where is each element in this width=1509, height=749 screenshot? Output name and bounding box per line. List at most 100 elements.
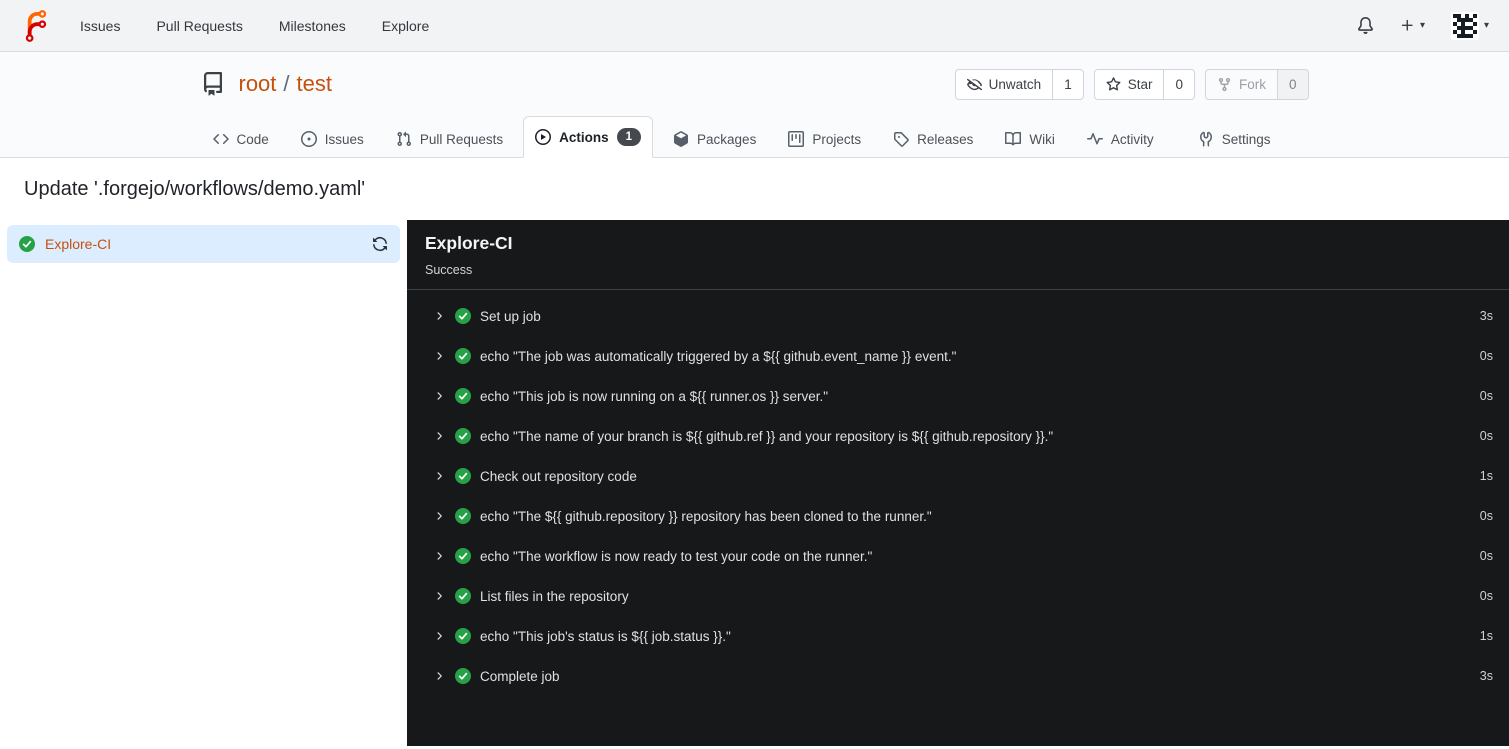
chevron-right-icon [433,550,445,562]
step-duration: 1s [1479,469,1493,483]
check-circle-icon [455,548,471,564]
repo-name-link[interactable]: test [297,71,332,96]
tab-activity[interactable]: Activity [1075,119,1166,158]
step-row[interactable]: echo "The workflow is now ready to test … [407,536,1509,576]
code-icon [212,133,229,145]
step-row[interactable]: List files in the repository 0s [407,576,1509,616]
star-button-group: Star 0 [1093,68,1195,100]
tab-projects[interactable]: Projects [776,119,873,158]
step-duration: 0s [1479,549,1493,563]
unwatch-button[interactable]: Unwatch [956,70,1053,99]
check-circle-icon [455,468,471,484]
nav-item-milestones[interactable]: Milestones [279,18,346,34]
job-status-text: Success [425,263,473,277]
repo-owner-link[interactable]: root [239,71,277,96]
tab-issues[interactable]: Issues [289,119,376,158]
step-duration: 3s [1479,309,1493,323]
step-row[interactable]: echo "The ${{ github.repository }} repos… [407,496,1509,536]
steps-list: Set up job 3s echo "The job was automati… [407,290,1509,696]
step-name: echo "The job was automatically triggere… [480,348,957,364]
book-icon [1005,131,1022,146]
check-circle-icon [455,308,471,324]
check-circle-icon [19,236,35,252]
step-row[interactable]: echo "The name of your branch is ${{ git… [407,416,1509,456]
repo-header: root / test Unwatch 1 Star 0 Fork 0 Code… [0,52,1509,158]
step-duration: 0s [1479,349,1493,363]
tab-packages[interactable]: Packages [661,119,768,158]
star-button[interactable]: Star [1095,70,1164,99]
nav-item-issues[interactable]: Issues [80,18,120,34]
workflow-run-title: Update '.forgejo/workflows/demo.yaml' [24,178,366,200]
chevron-down-icon: ▾ [1483,20,1489,31]
create-new-dropdown[interactable]: ▾ [1400,18,1425,33]
chevron-right-icon [433,630,445,642]
unwatch-button-group: Unwatch 1 [954,68,1084,100]
step-row[interactable]: Check out repository code 1s [407,456,1509,496]
pulse-icon [1086,133,1103,145]
check-circle-icon [455,668,471,684]
step-duration: 0s [1479,389,1493,403]
step-duration: 0s [1479,429,1493,443]
step-row[interactable]: Set up job 3s [407,296,1509,336]
project-icon [788,131,805,147]
star-icon [1106,76,1121,91]
tab-code[interactable]: Code [201,119,281,158]
nav-item-explore[interactable]: Explore [382,18,429,34]
issue-icon [300,131,317,147]
step-duration: 1s [1479,629,1493,643]
chevron-right-icon [433,350,445,362]
step-name: Complete job [480,668,560,684]
step-name: echo "This job is now running on a ${{ r… [480,388,829,404]
step-name: echo "The name of your branch is ${{ git… [480,428,1054,444]
fork-button: Fork [1206,70,1277,99]
check-circle-icon [455,508,471,524]
tab-wiki[interactable]: Wiki [993,119,1067,158]
step-row[interactable]: echo "This job's status is ${{ job.statu… [407,616,1509,656]
nav-links: Issues Pull Requests Milestones Explore [80,18,429,34]
eye-slash-icon [966,78,982,90]
chevron-right-icon [433,590,445,602]
fork-icon [1218,77,1231,91]
job-name: Explore-CI [45,236,112,252]
check-circle-icon [455,628,471,644]
repo-action-buttons: Unwatch 1 Star 0 Fork 0 [954,68,1309,100]
repo-tabs: Code Issues Pull Requests Actions 1 Pack… [191,116,1319,158]
fork-button-group: Fork 0 [1204,68,1309,100]
repo-breadcrumb: root / test [239,71,333,97]
job-log-panel: Explore-CI Success Set up job 3s echo "T… [407,220,1509,746]
star-count[interactable]: 0 [1163,69,1194,99]
tab-pull-requests[interactable]: Pull Requests [384,119,515,158]
top-navbar: Issues Pull Requests Milestones Explore … [0,0,1509,52]
tab-releases[interactable]: Releases [881,119,985,158]
notifications-bell-icon[interactable] [1357,17,1374,34]
jobs-sidebar: Explore-CI [0,220,407,746]
job-item-explore-ci[interactable]: Explore-CI [7,225,400,263]
repository-icon [203,72,222,96]
watch-count[interactable]: 1 [1052,69,1083,99]
chevron-down-icon: ▾ [1419,20,1425,31]
check-circle-icon [455,348,471,364]
tag-icon [894,132,909,147]
refresh-icon[interactable] [372,236,388,252]
step-duration: 0s [1479,509,1493,523]
step-name: Set up job [480,308,541,324]
forgejo-logo-icon[interactable] [20,9,52,42]
tab-actions[interactable]: Actions 1 [523,116,654,158]
breadcrumb-separator: / [283,71,290,96]
nav-item-pull-requests[interactable]: Pull Requests [156,18,242,34]
play-circle-icon [535,129,552,145]
check-circle-icon [455,428,471,444]
step-row[interactable]: echo "This job is now running on a ${{ r… [407,376,1509,416]
plus-icon [1401,19,1413,31]
step-row[interactable]: Complete job 3s [407,656,1509,696]
step-name: echo "This job's status is ${{ job.statu… [480,628,731,644]
chevron-right-icon [433,310,445,322]
chevron-right-icon [433,470,445,482]
step-row[interactable]: echo "The job was automatically triggere… [407,336,1509,376]
package-icon [674,131,689,147]
chevron-right-icon [433,390,445,402]
tab-settings[interactable]: Settings [1186,119,1283,158]
actions-count-badge: 1 [616,128,642,146]
wrench-icon [1199,131,1212,147]
user-menu-dropdown[interactable]: ▾ [1450,11,1489,40]
